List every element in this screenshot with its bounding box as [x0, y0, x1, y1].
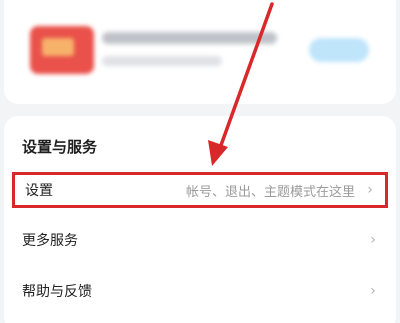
- annotation-arrow-icon: [208, 2, 274, 166]
